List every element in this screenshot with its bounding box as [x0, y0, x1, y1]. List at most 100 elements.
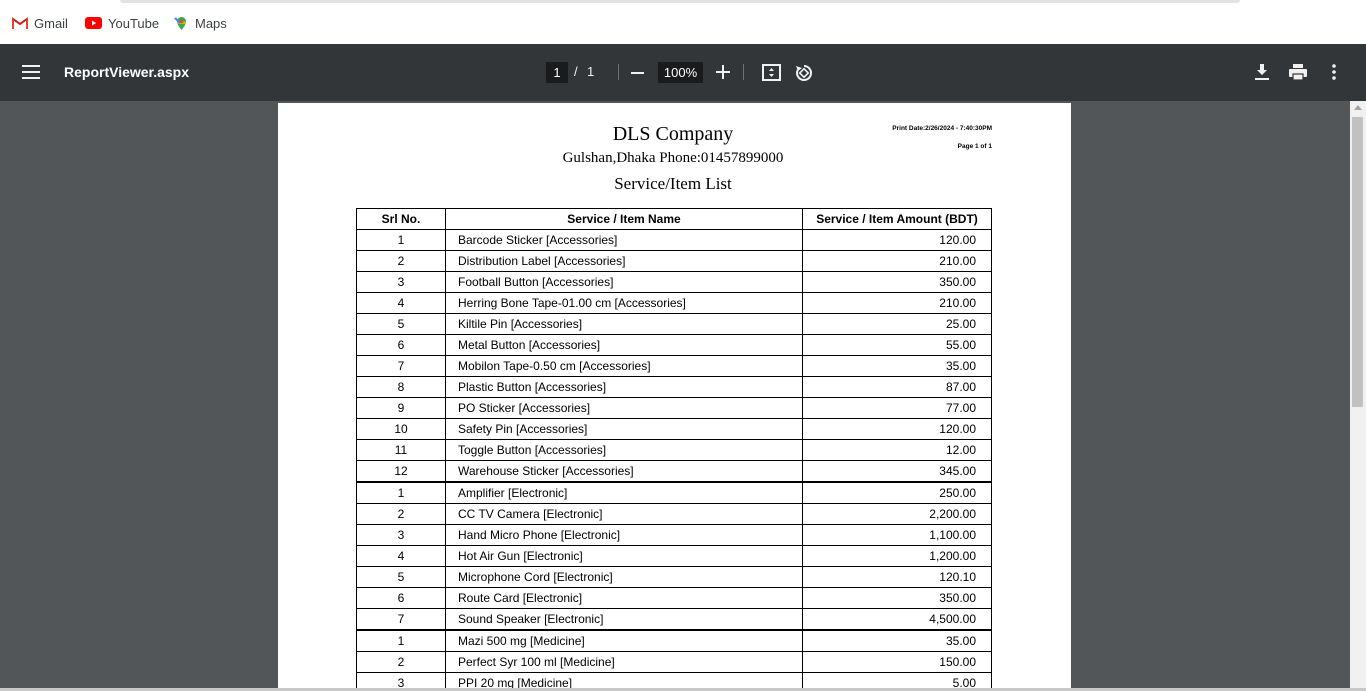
table-row: 1 Barcode Sticker [Accessories] 120.00: [356, 229, 992, 251]
cell-name: Perfect Syr 100 ml [Medicine]: [445, 651, 803, 673]
cell-srl: 2: [356, 250, 446, 272]
cell-amount: 1,200.00: [802, 545, 992, 567]
cell-name: Plastic Button [Accessories]: [445, 376, 803, 398]
table-row: 2 Distribution Label [Accessories] 210.00: [356, 250, 992, 272]
print-icon[interactable]: [1288, 63, 1308, 81]
download-icon[interactable]: [1254, 63, 1270, 81]
company-address: Gulshan,Dhaka Phone:01457899000: [562, 150, 784, 166]
cell-amount: 350.00: [802, 271, 992, 293]
rotate-icon[interactable]: [794, 63, 814, 83]
column-header-name: Service / Item Name: [445, 208, 803, 230]
cell-amount: 4,500.00: [802, 608, 992, 631]
table-row: 11 Toggle Button [Accessories] 12.00: [356, 439, 992, 461]
items-table: Srl No. Service / Item Name Service / It…: [356, 208, 992, 691]
cell-amount: 150.00: [802, 651, 992, 673]
cell-srl: 4: [356, 292, 446, 314]
cell-amount: 210.00: [802, 250, 992, 272]
bookmark-maps[interactable]: Maps: [174, 14, 227, 32]
page-number-input[interactable]: 1: [546, 62, 568, 83]
cell-name: Mazi 500 mg [Medicine]: [445, 629, 803, 652]
cell-name: Route Card [Electronic]: [445, 587, 803, 609]
toolbar-divider: [743, 64, 744, 80]
bookmark-label: Maps: [195, 15, 227, 31]
cell-name: Hot Air Gun [Electronic]: [445, 545, 803, 567]
cell-srl: 7: [356, 355, 446, 377]
cell-amount: 12.00: [802, 439, 992, 461]
cell-amount: 87.00: [802, 376, 992, 398]
table-row: 12 Warehouse Sticker [Accessories] 345.00: [356, 460, 992, 483]
cell-srl: 3: [356, 524, 446, 546]
cell-name: Barcode Sticker [Accessories]: [445, 229, 803, 251]
cell-name: Metal Button [Accessories]: [445, 334, 803, 356]
cell-srl: 7: [356, 608, 446, 631]
cell-srl: 1: [356, 481, 446, 504]
bookmarks-bar: Gmail YouTube Maps: [0, 0, 1366, 44]
cell-amount: 120.00: [802, 418, 992, 440]
table-header-row: Srl No. Service / Item Name Service / It…: [356, 208, 992, 230]
gmail-icon: [12, 17, 28, 29]
cell-name: Herring Bone Tape-01.00 cm [Accessories]: [445, 292, 803, 314]
cell-srl: 9: [356, 397, 446, 419]
bookmark-label: YouTube: [108, 15, 160, 31]
cell-srl: 4: [356, 545, 446, 567]
cell-amount: 120.10: [802, 566, 992, 588]
zoom-out-icon[interactable]: [630, 66, 646, 80]
maps-icon: [174, 16, 189, 31]
table-body: 1 Barcode Sticker [Accessories] 120.00 2 Dis…: [356, 229, 992, 691]
table-row: 6 Route Card [Electronic] 350.00: [356, 587, 992, 609]
cell-srl: 8: [356, 376, 446, 398]
table-row: 1 Mazi 500 mg [Medicine] 35.00: [356, 629, 992, 652]
bookmark-label: Gmail: [34, 15, 68, 31]
scroll-up-icon[interactable]: [1354, 105, 1362, 110]
pdf-page: DLS Company Gulshan,Dhaka Phone:01457899…: [278, 103, 1071, 691]
cell-srl: 12: [356, 460, 446, 483]
cell-srl: 3: [356, 271, 446, 293]
table-row: 10 Safety Pin [Accessories] 120.00: [356, 418, 992, 440]
table-row: 9 PO Sticker [Accessories] 77.00: [356, 397, 992, 419]
vertical-scrollbar[interactable]: [1350, 101, 1366, 691]
column-header-srl: Srl No.: [356, 208, 446, 230]
cell-amount: 345.00: [802, 460, 992, 483]
cell-name: Microphone Cord [Electronic]: [445, 566, 803, 588]
cell-srl: 6: [356, 334, 446, 356]
table-row: 2 CC TV Camera [Electronic] 2,200.00: [356, 503, 992, 525]
table-row: 4 Herring Bone Tape-01.00 cm [Accessories…: [356, 292, 992, 314]
scrollbar-thumb[interactable]: [1352, 117, 1363, 407]
table-row: 3 Football Button [Accessories] 350.00: [356, 271, 992, 293]
cell-srl: 11: [356, 439, 446, 461]
cell-srl: 6: [356, 587, 446, 609]
zoom-in-icon[interactable]: [715, 64, 731, 80]
cell-name: Safety Pin [Accessories]: [445, 418, 803, 440]
bookmark-youtube[interactable]: YouTube: [85, 14, 159, 32]
table-row: 2 Perfect Syr 100 ml [Medicine] 150.00: [356, 651, 992, 673]
cell-name: Sound Speaker [Electronic]: [445, 608, 803, 631]
page-total: 1: [587, 64, 595, 79]
table-row: 3 Hand Micro Phone [Electronic] 1,100.00: [356, 524, 992, 546]
table-row: 5 Kiltile Pin [Accessories] 25.00: [356, 313, 992, 335]
cell-amount: 350.00: [802, 587, 992, 609]
cell-name: Toggle Button [Accessories]: [445, 439, 803, 461]
report-title: Service/Item List: [614, 174, 732, 193]
print-date: Print Date:2/26/2024 - 7:40:30PM: [892, 125, 992, 132]
cell-srl: 1: [356, 629, 446, 652]
cell-name: Football Button [Accessories]: [445, 271, 803, 293]
cell-name: Hand Micro Phone [Electronic]: [445, 524, 803, 546]
cell-srl: 5: [356, 313, 446, 335]
cell-amount: 35.00: [802, 629, 992, 652]
fit-to-page-icon[interactable]: [762, 63, 781, 82]
cell-srl: 1: [356, 229, 446, 251]
table-row: 4 Hot Air Gun [Electronic] 1,200.00: [356, 545, 992, 567]
cell-srl: 10: [356, 418, 446, 440]
cell-srl: 2: [356, 651, 446, 673]
cell-amount: 2,200.00: [802, 503, 992, 525]
zoom-level-input[interactable]: 100%: [658, 62, 703, 83]
menu-icon[interactable]: [22, 64, 40, 80]
cell-amount: 35.00: [802, 355, 992, 377]
bookmark-gmail[interactable]: Gmail: [12, 14, 68, 32]
cell-name: Warehouse Sticker [Accessories]: [445, 460, 803, 483]
more-options-icon[interactable]: [1330, 63, 1338, 81]
cell-name: Distribution Label [Accessories]: [445, 250, 803, 272]
cell-amount: 25.00: [802, 313, 992, 335]
youtube-icon: [85, 17, 102, 29]
table-row: 7 Sound Speaker [Electronic] 4,500.00: [356, 608, 992, 631]
